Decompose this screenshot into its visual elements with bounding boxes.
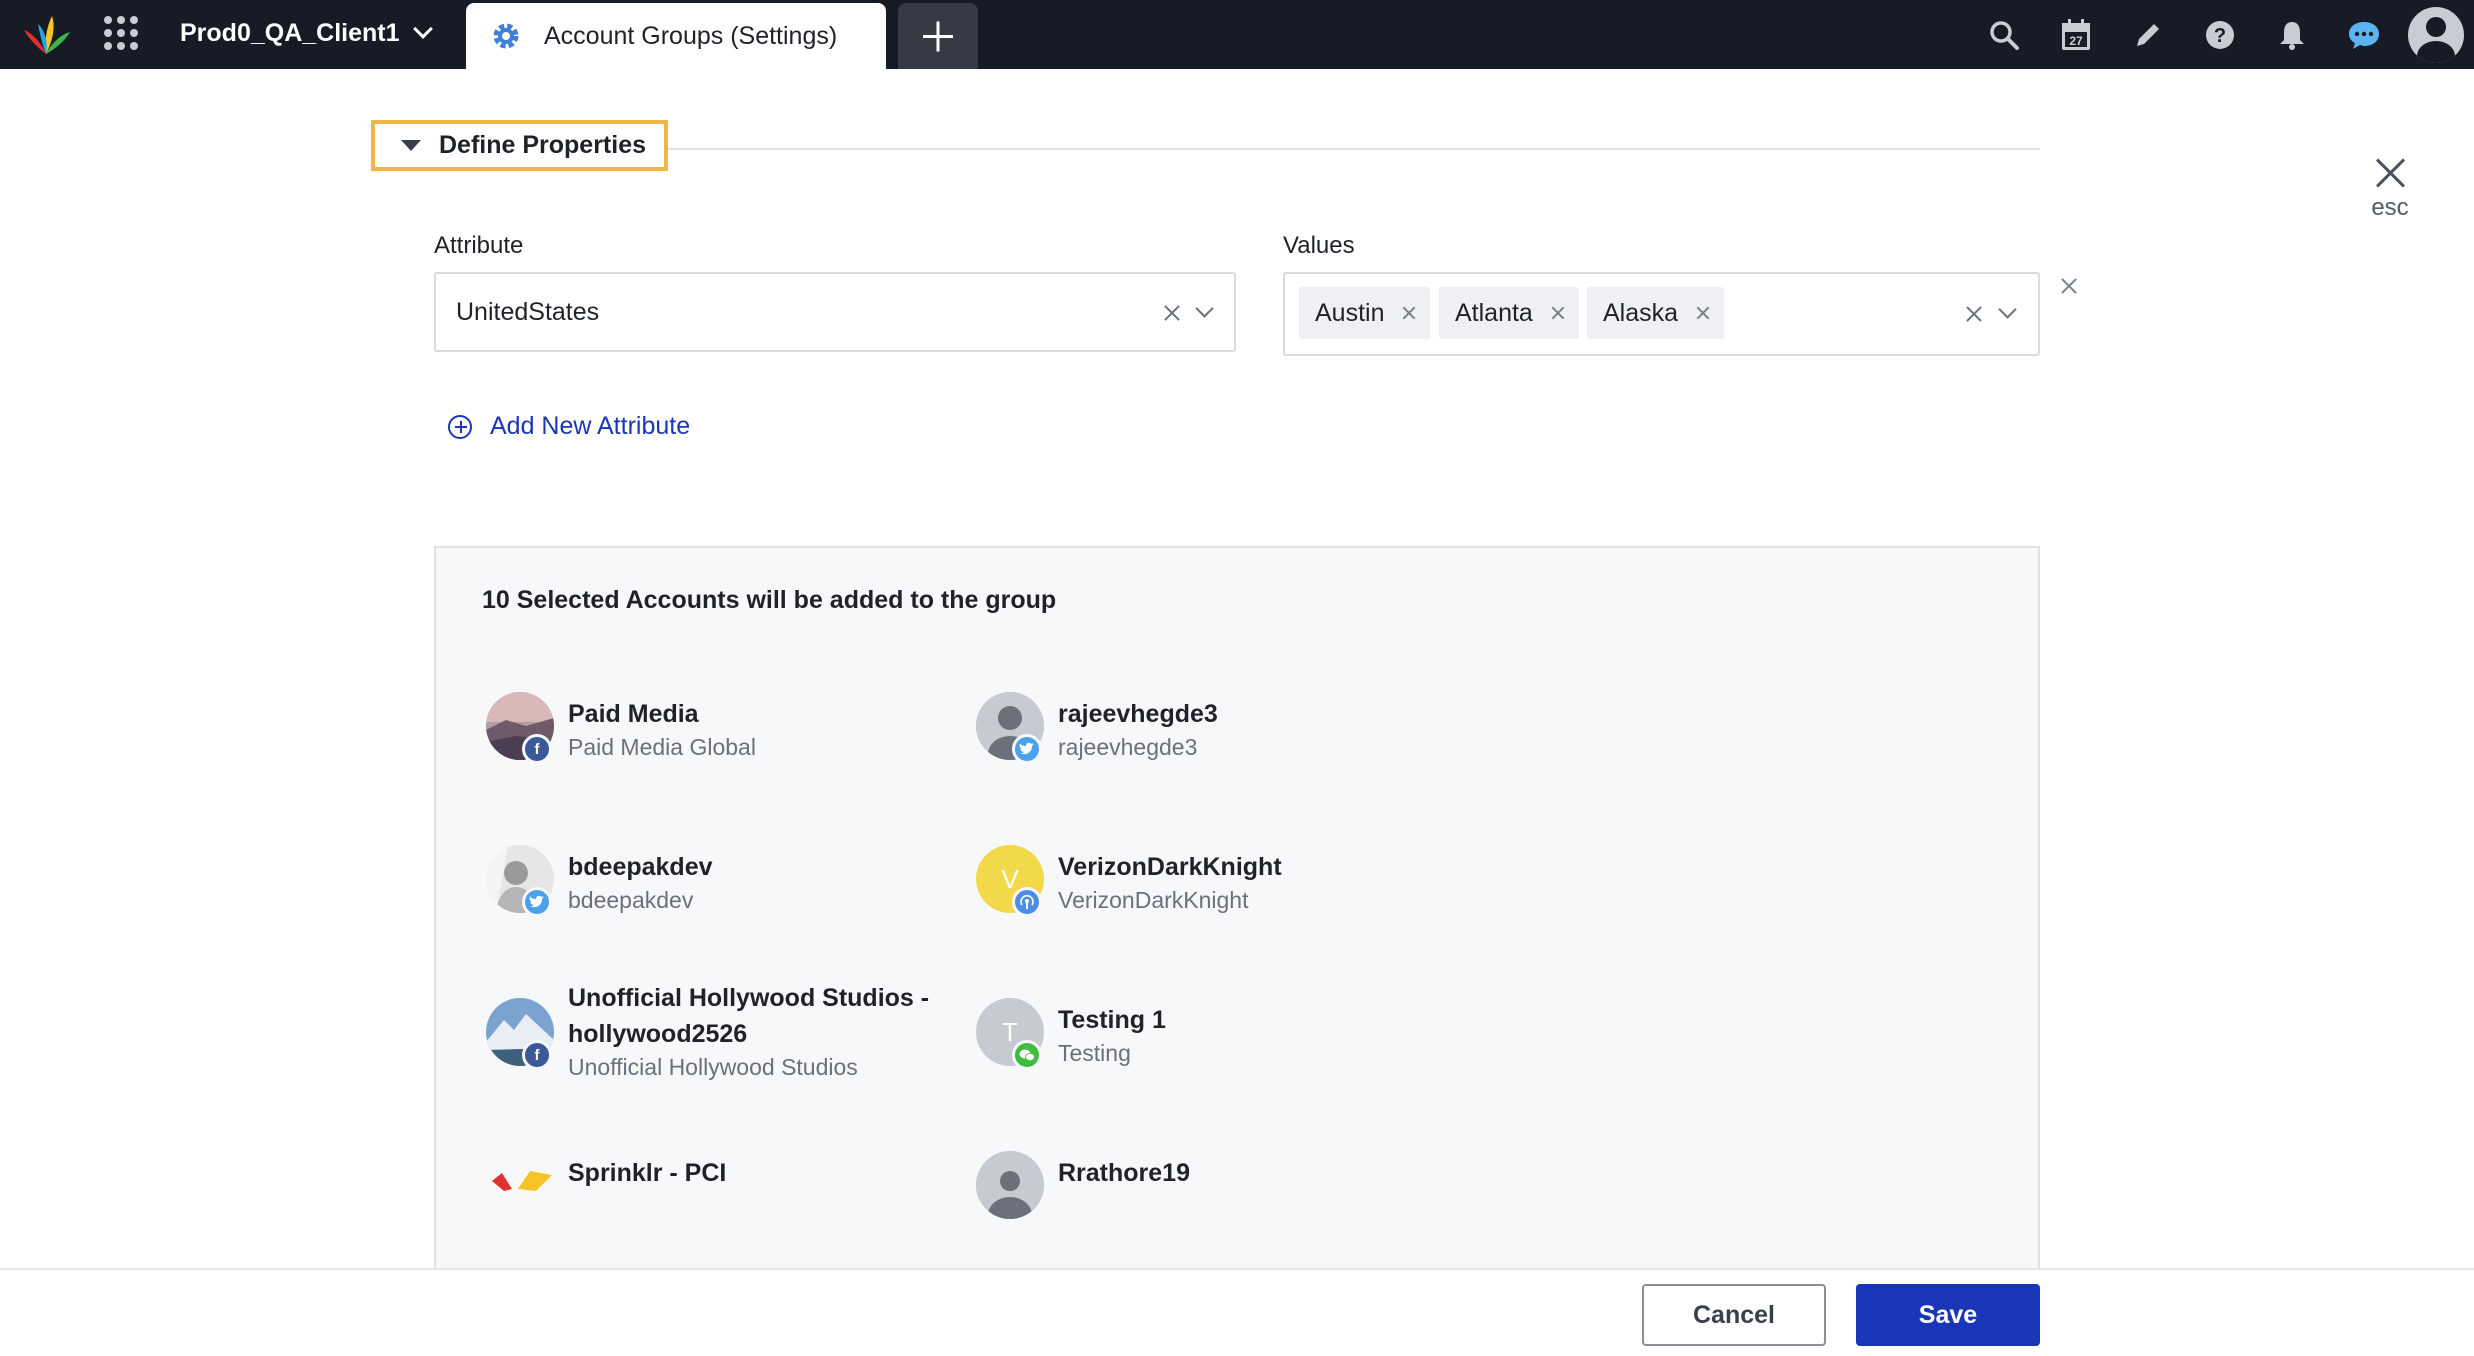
attribute-label: Attribute (434, 232, 524, 259)
account-item: f Unofficial Hollywood Studios - hollywo… (486, 984, 929, 1138)
account-name: bdeepakdev (568, 853, 713, 881)
selected-accounts-title: 10 Selected Accounts will be added to th… (482, 586, 1057, 614)
top-icons-group: 27 ? (1968, 0, 2474, 69)
svg-text:27: 27 (2069, 34, 2083, 48)
account-subtitle: Unofficial Hollywood Studios (568, 1054, 858, 1080)
close-button[interactable]: esc (2360, 152, 2420, 226)
value-chip-atlanta: Atlanta (1439, 287, 1579, 339)
esc-label: esc (2371, 194, 2409, 221)
account-item: f Paid Media Paid Media Global (486, 692, 926, 802)
svg-text:?: ? (2214, 25, 2226, 47)
account-name: Rrathore19 (1058, 1159, 1190, 1187)
account-avatar (486, 1151, 554, 1219)
account-subtitle: VerizonDarkKnight (1058, 887, 1249, 913)
account-item: Rrathore19 (976, 1151, 1416, 1261)
cancel-button[interactable]: Cancel (1642, 1284, 1826, 1346)
selected-accounts-panel: 10 Selected Accounts will be added to th… (434, 546, 2040, 1356)
account-name-line1: Unofficial Hollywood Studios - (568, 984, 930, 1012)
account-name: rajeevhegde3 (1058, 700, 1218, 728)
twitter-icon (522, 887, 552, 917)
clear-icon[interactable] (1964, 304, 1984, 324)
client-switcher[interactable]: Prod0_QA_Client1 (180, 14, 433, 52)
account-item: V VerizonDarkKnight VerizonDarkKnight (976, 845, 1416, 955)
add-tab-button[interactable] (898, 3, 978, 69)
account-subtitle: bdeepakdev (568, 887, 694, 913)
chevron-down-icon[interactable] (1195, 299, 1214, 318)
account-name-line2: hollywood2526 (568, 1020, 748, 1048)
edit-icon[interactable] (2112, 0, 2184, 69)
facebook-icon: f (522, 1040, 552, 1070)
attribute-value: UnitedStates (456, 298, 600, 326)
account-avatar (976, 1151, 1044, 1219)
caret-down-icon (401, 140, 421, 151)
calendar-icon[interactable]: 27 (2040, 0, 2112, 69)
value-chip-alaska: Alaska (1587, 287, 1725, 339)
chevron-down-icon[interactable] (1998, 300, 2017, 319)
plus-circle-icon (448, 414, 472, 439)
notification-icon[interactable] (2256, 0, 2328, 69)
values-multiselect[interactable]: Austin Atlanta Alaska (1283, 272, 2040, 356)
value-chip-austin: Austin (1299, 287, 1431, 339)
account-item: Sprinklr - PCI (486, 1151, 926, 1261)
twitter-icon (1012, 734, 1042, 764)
save-button[interactable]: Save (1856, 1284, 2040, 1346)
account-item: bdeepakdev bdeepakdev (486, 845, 926, 955)
chip-label: Alaska (1603, 298, 1679, 327)
account-name: Sprinklr - PCI (568, 1159, 727, 1187)
account-subtitle: rajeevhegde3 (1058, 734, 1198, 760)
app-launcher-icon[interactable] (100, 12, 138, 50)
gear-icon (493, 23, 519, 49)
define-properties-toggle[interactable]: Define Properties (371, 120, 668, 171)
section-divider (668, 148, 2040, 150)
account-name: Unofficial Hollywood Studios - hollywood… (568, 980, 988, 1052)
chat-icon[interactable] (2328, 0, 2400, 69)
close-icon (2373, 156, 2407, 190)
podcast-icon (1012, 887, 1042, 917)
account-name: Testing 1 (1058, 1006, 1166, 1034)
tab-label: Account Groups (Settings) (544, 21, 838, 50)
add-new-attribute-link[interactable]: Add New Attribute (448, 412, 690, 441)
search-icon[interactable] (1968, 0, 2040, 69)
account-item: rajeevhegde3 rajeevhegde3 (976, 692, 1416, 802)
chip-label: Austin (1315, 298, 1385, 327)
remove-chip-icon[interactable] (1696, 306, 1710, 320)
add-attribute-label: Add New Attribute (490, 412, 691, 440)
account-item: T Testing 1 Testing (976, 998, 1416, 1108)
remove-chip-icon[interactable] (1402, 306, 1416, 320)
tab-account-groups[interactable]: Account Groups (Settings) (466, 3, 886, 69)
user-avatar[interactable] (2408, 6, 2464, 63)
top-navigation-bar: Prod0_QA_Client1 Account Groups (Setting… (0, 0, 2474, 69)
account-name: Paid Media (568, 700, 699, 728)
account-subtitle: Testing (1058, 1040, 1131, 1066)
remove-attribute-row-icon[interactable] (2060, 277, 2078, 295)
values-label: Values (1283, 232, 1355, 259)
account-name: VerizonDarkKnight (1058, 853, 1282, 881)
wechat-icon (1012, 1040, 1042, 1070)
attribute-select[interactable]: UnitedStates (434, 272, 1236, 352)
client-name: Prod0_QA_Client1 (180, 18, 400, 47)
remove-chip-icon[interactable] (1551, 306, 1565, 320)
section-title: Define Properties (439, 131, 647, 159)
help-icon[interactable]: ? (2184, 0, 2256, 69)
chevron-down-icon (412, 19, 433, 39)
clear-icon[interactable] (1162, 303, 1182, 323)
account-subtitle: Paid Media Global (568, 734, 756, 760)
footer-bar: Cancel Save (0, 1268, 2474, 1356)
facebook-icon: f (522, 734, 552, 764)
chip-label: Atlanta (1455, 298, 1533, 327)
sprinklr-logo[interactable] (22, 10, 72, 58)
